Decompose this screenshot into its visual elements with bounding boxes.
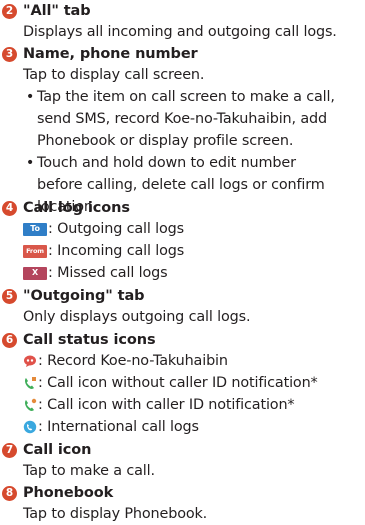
missed-call-log-icon: X (23, 266, 47, 280)
section-title: "Outgoing" tab (23, 288, 145, 304)
section-number: 7 (2, 442, 17, 458)
bullet-dot: • (25, 155, 35, 171)
section-text: Tap to make a call. (23, 463, 155, 479)
section-text: Tap to display Phonebook. (23, 506, 208, 522)
bullet-line: • Touch and hold down to edit number (23, 152, 365, 174)
section-text: Displays all incoming and outgoing call … (23, 24, 337, 40)
section-call-log-icons: 4 Call log icons To : Outgoing call logs… (0, 198, 365, 284)
bullet-line-cont: Phonebook or display profile screen. (37, 133, 294, 149)
section-number: 5 (2, 288, 17, 304)
section-name-phone-number: 3 Name, phone number Tap to display call… (0, 44, 365, 218)
call-log-help-document: 2 "All" tab Displays all incoming and ou… (0, 0, 365, 524)
outgoing-call-log-icon: To (23, 222, 47, 236)
call-with-caller-id-icon (25, 398, 37, 411)
bullet-dot: • (25, 89, 35, 105)
section-all-tab: 2 "All" tab Displays all incoming and ou… (0, 1, 365, 43)
icon-row: : Record Koe-no-Takuhaibin (23, 350, 365, 372)
section-title: Phonebook (23, 485, 114, 501)
section-outgoing-tab: 5 "Outgoing" tab Only displays outgoing … (0, 286, 365, 328)
section-number: 6 (2, 332, 17, 348)
section-title: Call icon (23, 442, 92, 458)
voice-message-icon (24, 355, 36, 367)
section-number: 4 (2, 200, 17, 216)
section-title: Name, phone number (23, 46, 198, 62)
section-call-icon: 7 Call icon Tap to make a call. (0, 440, 365, 482)
incoming-call-log-icon: From (23, 244, 47, 258)
section-text: Tap to display call screen. (23, 67, 205, 83)
icon-row: : International call logs (23, 416, 365, 438)
call-no-caller-id-icon (25, 377, 36, 389)
section-number: 2 (2, 3, 17, 19)
bullet-line-cont: before calling, delete call logs or conf… (37, 177, 325, 193)
icon-row: From : Incoming call logs (23, 240, 365, 262)
bullet-line-cont: send SMS, record Koe-no-Takuhaibin, add (37, 111, 328, 127)
section-title: Call log icons (23, 200, 130, 216)
section-title: "All" tab (23, 3, 91, 19)
section-text: Only displays outgoing call logs. (23, 309, 251, 325)
international-call-icon (23, 420, 37, 434)
section-number: 8 (2, 485, 17, 501)
icon-row: To : Outgoing call logs (23, 218, 365, 240)
icon-row: : Call icon with caller ID notification* (23, 394, 365, 416)
icon-row: : Call icon without caller ID notificati… (23, 372, 365, 394)
section-number: 3 (2, 46, 17, 62)
section-call-status-icons: 6 Call status icons : Record Koe-no-Taku… (0, 330, 365, 438)
section-title: Call status icons (23, 332, 156, 348)
icon-row: X : Missed call logs (23, 262, 365, 284)
bullet-line: • Tap the item on call screen to make a c… (23, 86, 365, 108)
section-phonebook: 8 Phonebook Tap to display Phonebook. (0, 483, 365, 525)
